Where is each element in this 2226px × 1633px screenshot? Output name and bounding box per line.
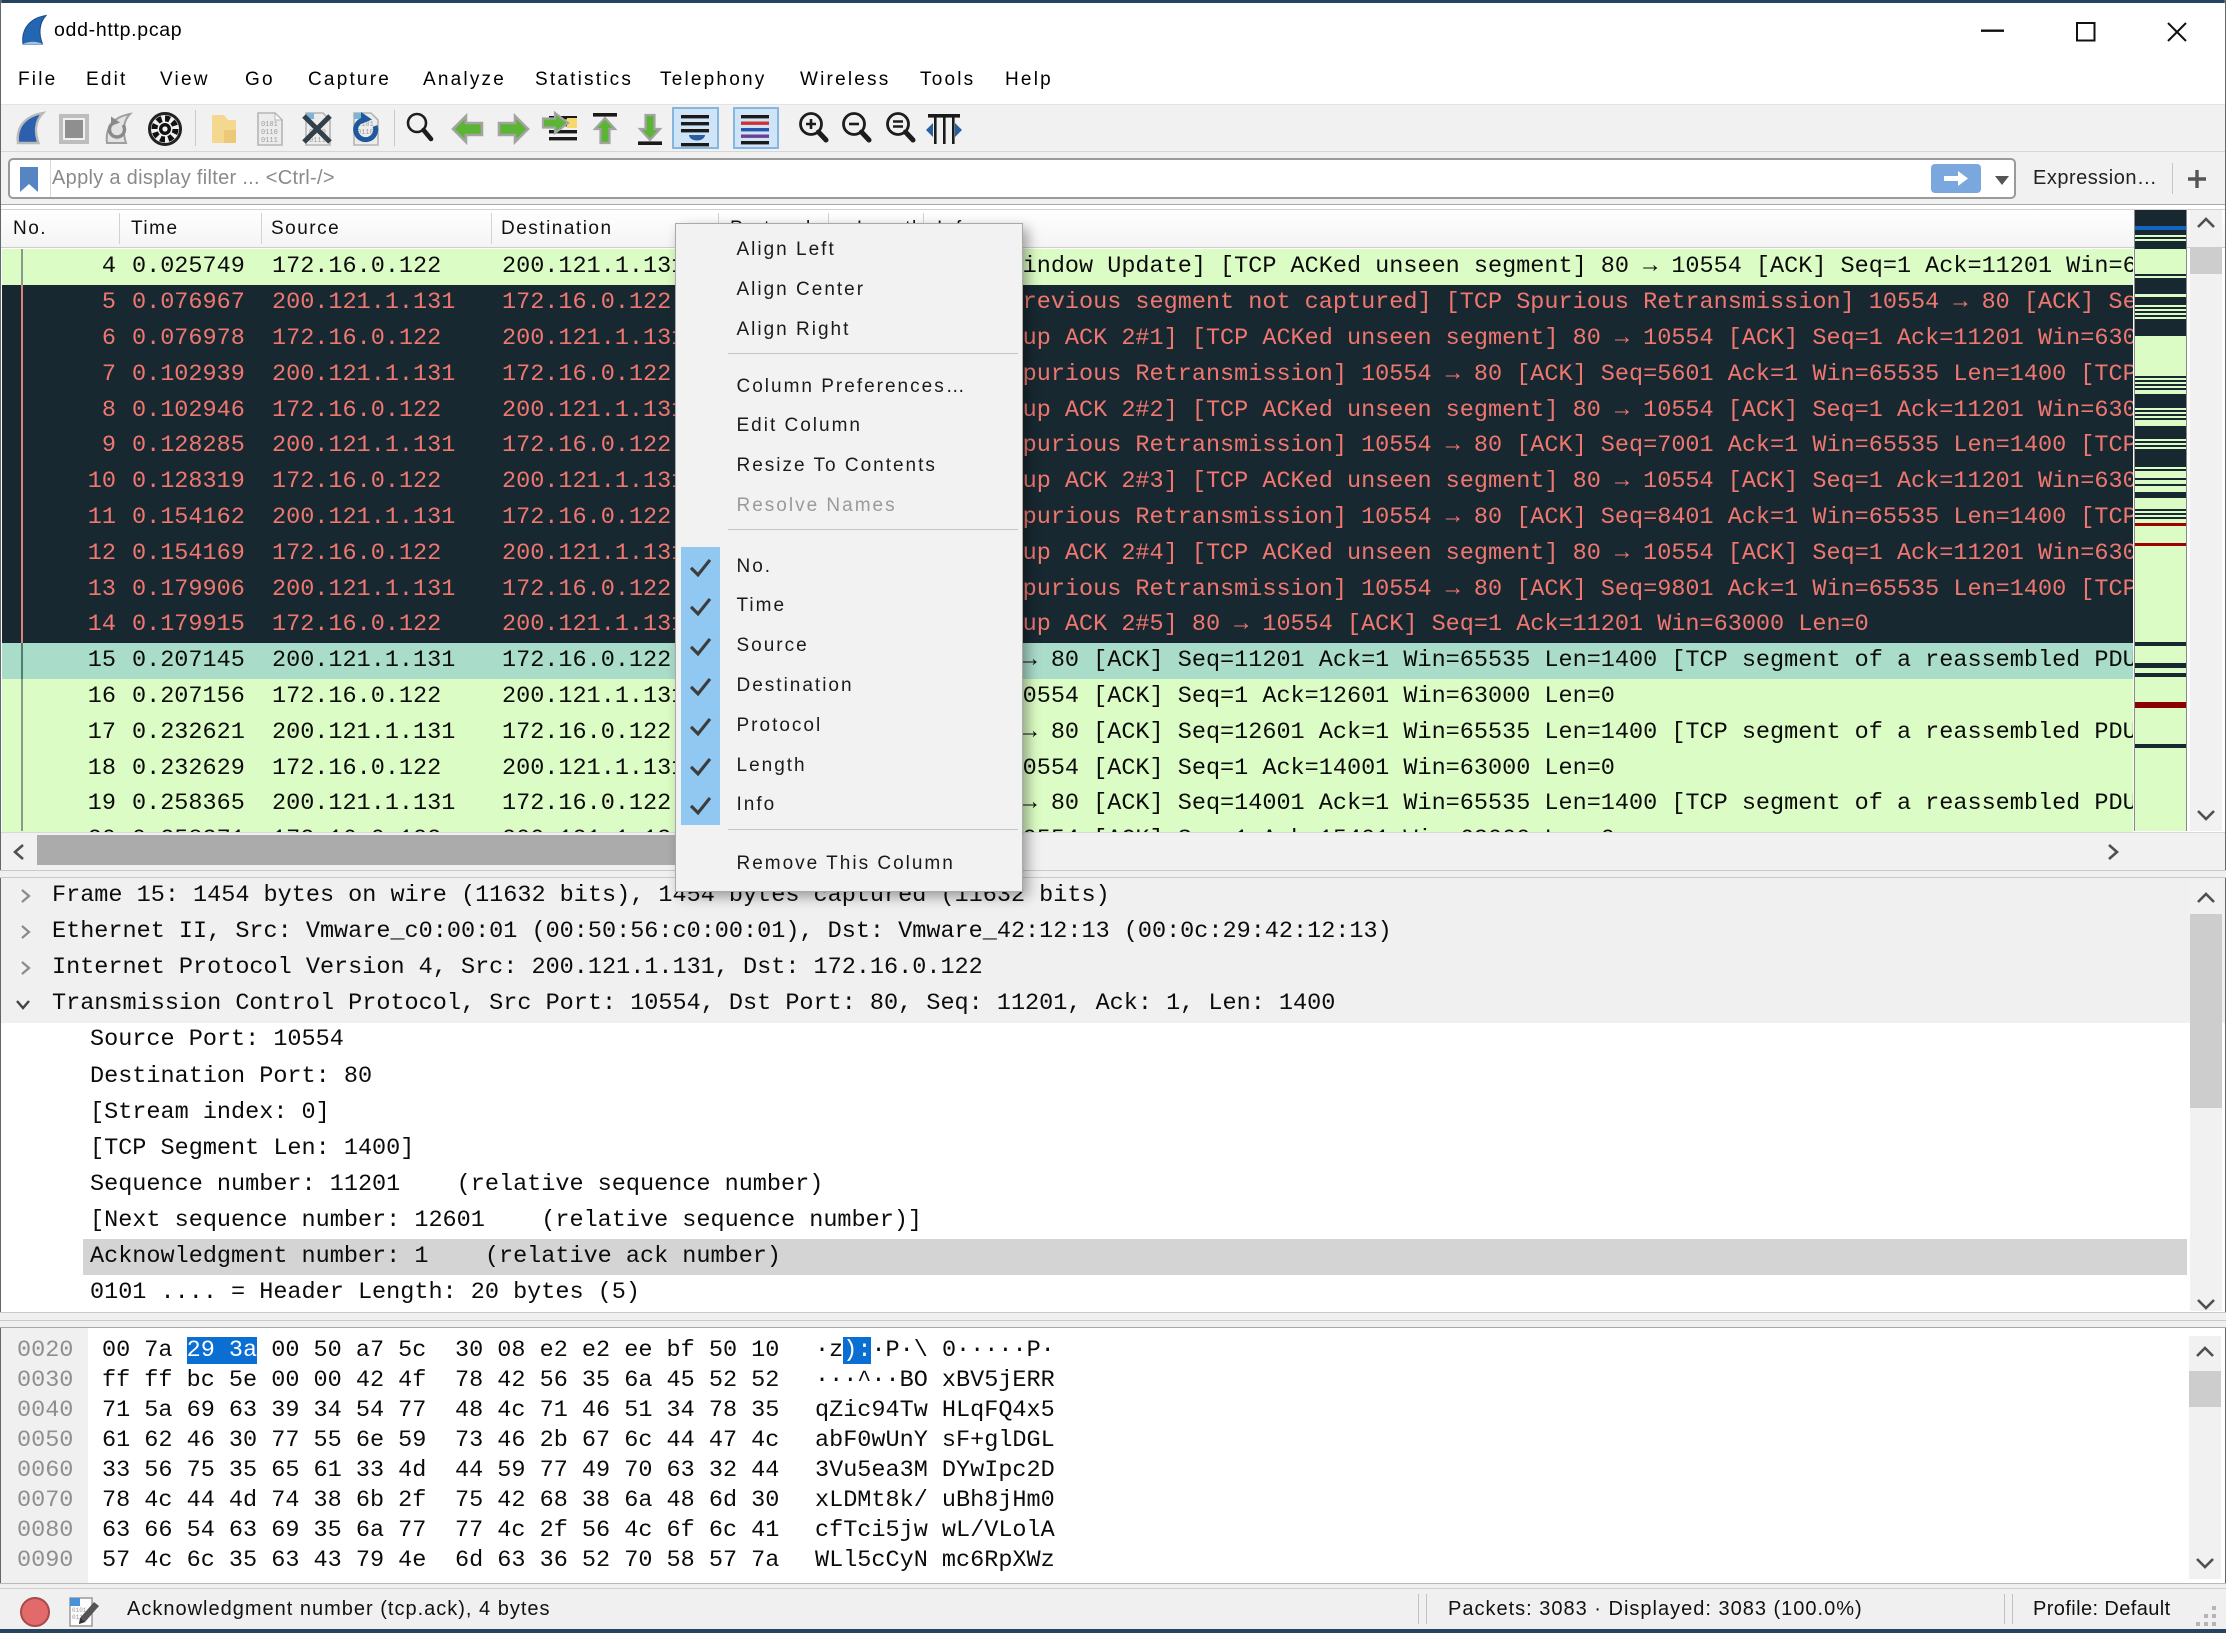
svg-text:0101: 0101 xyxy=(261,121,278,129)
svg-text:0111: 0111 xyxy=(261,137,278,145)
svg-text:0110: 0110 xyxy=(261,129,278,137)
